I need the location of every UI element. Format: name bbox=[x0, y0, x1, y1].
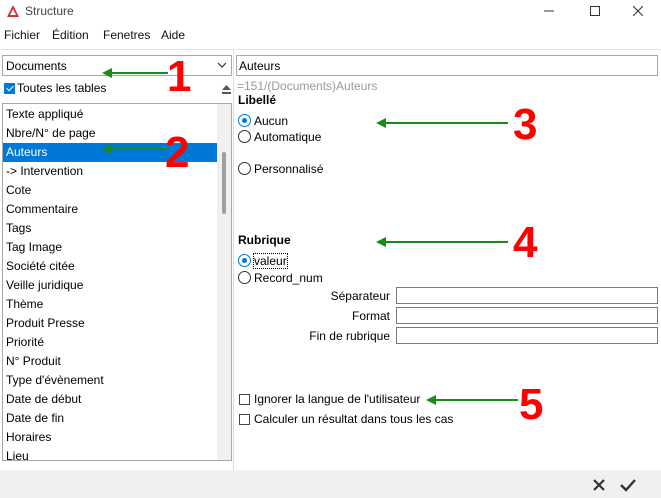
annotation-number-5: 5 bbox=[519, 380, 544, 429]
radio-personnalise-label: Personnalisé bbox=[254, 162, 324, 176]
bottom-toolbar bbox=[0, 470, 661, 498]
ignore-language-checkbox[interactable] bbox=[239, 394, 250, 405]
annotation-number-3: 3 bbox=[513, 100, 538, 149]
separateur-label: Séparateur bbox=[330, 289, 390, 303]
maximize-icon bbox=[590, 6, 600, 16]
list-item[interactable]: Priorité bbox=[3, 333, 217, 352]
list-item[interactable]: Type d'évènement bbox=[3, 371, 217, 390]
rubrique-section-label: Rubrique bbox=[238, 233, 291, 247]
radio-personnalise[interactable] bbox=[238, 162, 251, 175]
radio-aucun[interactable] bbox=[238, 114, 251, 127]
list-item[interactable]: N° Produit bbox=[3, 352, 217, 371]
annotation-number-1: 1 bbox=[167, 52, 192, 101]
radio-valeur[interactable] bbox=[238, 254, 251, 267]
list-item[interactable]: Texte appliqué bbox=[3, 105, 217, 124]
list-item[interactable]: Cote bbox=[3, 181, 217, 200]
menu-aide[interactable]: Aide bbox=[161, 28, 185, 42]
app-logo-icon bbox=[7, 5, 19, 17]
calc-all-checkbox[interactable] bbox=[239, 414, 250, 425]
menu-bar: Fichier Édition Fenetres Aide bbox=[0, 24, 661, 46]
window-title: Structure bbox=[25, 4, 74, 18]
annotation-number-4: 4 bbox=[513, 218, 538, 267]
radio-aucun-label: Aucun bbox=[254, 114, 289, 128]
panel-divider[interactable] bbox=[233, 50, 234, 470]
cancel-button[interactable] bbox=[588, 474, 610, 496]
annotation-arrow-2 bbox=[102, 144, 168, 154]
fin-rubrique-label: Fin de rubrique bbox=[309, 329, 390, 343]
radio-valeur-label: valeur bbox=[253, 253, 288, 269]
list-item[interactable]: Lieu bbox=[3, 447, 217, 460]
fin-rubrique-input[interactable] bbox=[396, 327, 658, 344]
annotation-number-2: 2 bbox=[165, 128, 190, 177]
menu-fenetres[interactable]: Fenetres bbox=[103, 28, 150, 42]
field-formula: =151/(Documents)Auteurs bbox=[237, 79, 378, 93]
annotation-arrow-3 bbox=[376, 118, 508, 128]
list-item[interactable]: Date de fin bbox=[3, 409, 217, 428]
list-item[interactable]: Date de début bbox=[3, 390, 217, 409]
format-label: Format bbox=[351, 309, 390, 323]
radio-automatique[interactable] bbox=[238, 130, 251, 143]
ignore-language-label: Ignorer la langue de l'utilisateur bbox=[254, 392, 421, 406]
annotation-arrow-4 bbox=[376, 237, 508, 247]
confirm-button[interactable] bbox=[617, 474, 639, 496]
list-item[interactable]: Thème bbox=[3, 295, 217, 314]
separateur-input[interactable] bbox=[396, 287, 658, 304]
all-tables-checkbox[interactable] bbox=[4, 83, 15, 94]
menu-fichier[interactable]: Fichier bbox=[4, 28, 40, 42]
all-tables-label: Toutes les tables bbox=[17, 81, 107, 95]
annotation-arrow-1 bbox=[102, 68, 168, 78]
list-item[interactable]: Commentaire bbox=[3, 200, 217, 219]
annotation-arrow-5 bbox=[426, 395, 518, 405]
scrollbar-thumb[interactable] bbox=[222, 152, 226, 214]
list-item[interactable]: Société citée bbox=[3, 257, 217, 276]
radio-automatique-label: Automatique bbox=[254, 130, 322, 144]
radio-record-num-label: Record_num bbox=[254, 271, 323, 285]
close-window-button[interactable] bbox=[615, 0, 661, 22]
list-item[interactable]: Horaires bbox=[3, 428, 217, 447]
minimize-button[interactable] bbox=[526, 0, 572, 22]
format-input[interactable] bbox=[396, 307, 658, 324]
list-item[interactable]: Tag Image bbox=[3, 238, 217, 257]
minimize-icon bbox=[544, 10, 554, 12]
table-select-value: Documents bbox=[6, 59, 67, 73]
list-item[interactable]: Tags bbox=[3, 219, 217, 238]
title-bar: Structure bbox=[0, 0, 661, 22]
field-name-input[interactable]: Auteurs bbox=[236, 55, 658, 76]
list-scrollbar[interactable] bbox=[217, 104, 231, 460]
calc-all-label: Calculer un résultat dans tous les cas bbox=[254, 412, 454, 426]
close-icon bbox=[633, 6, 643, 16]
chevron-down-icon bbox=[217, 62, 227, 68]
list-item[interactable]: Veille juridique bbox=[3, 276, 217, 295]
libelle-section-label: Libellé bbox=[238, 93, 277, 107]
maximize-button[interactable] bbox=[572, 0, 618, 22]
menu-separator bbox=[0, 49, 661, 50]
close-icon bbox=[593, 479, 605, 491]
checkmark-icon bbox=[620, 479, 636, 492]
list-item[interactable]: Produit Presse bbox=[3, 314, 217, 333]
menu-edition[interactable]: Édition bbox=[52, 28, 89, 42]
collapse-icon[interactable] bbox=[222, 85, 231, 94]
radio-record-num[interactable] bbox=[238, 271, 251, 284]
